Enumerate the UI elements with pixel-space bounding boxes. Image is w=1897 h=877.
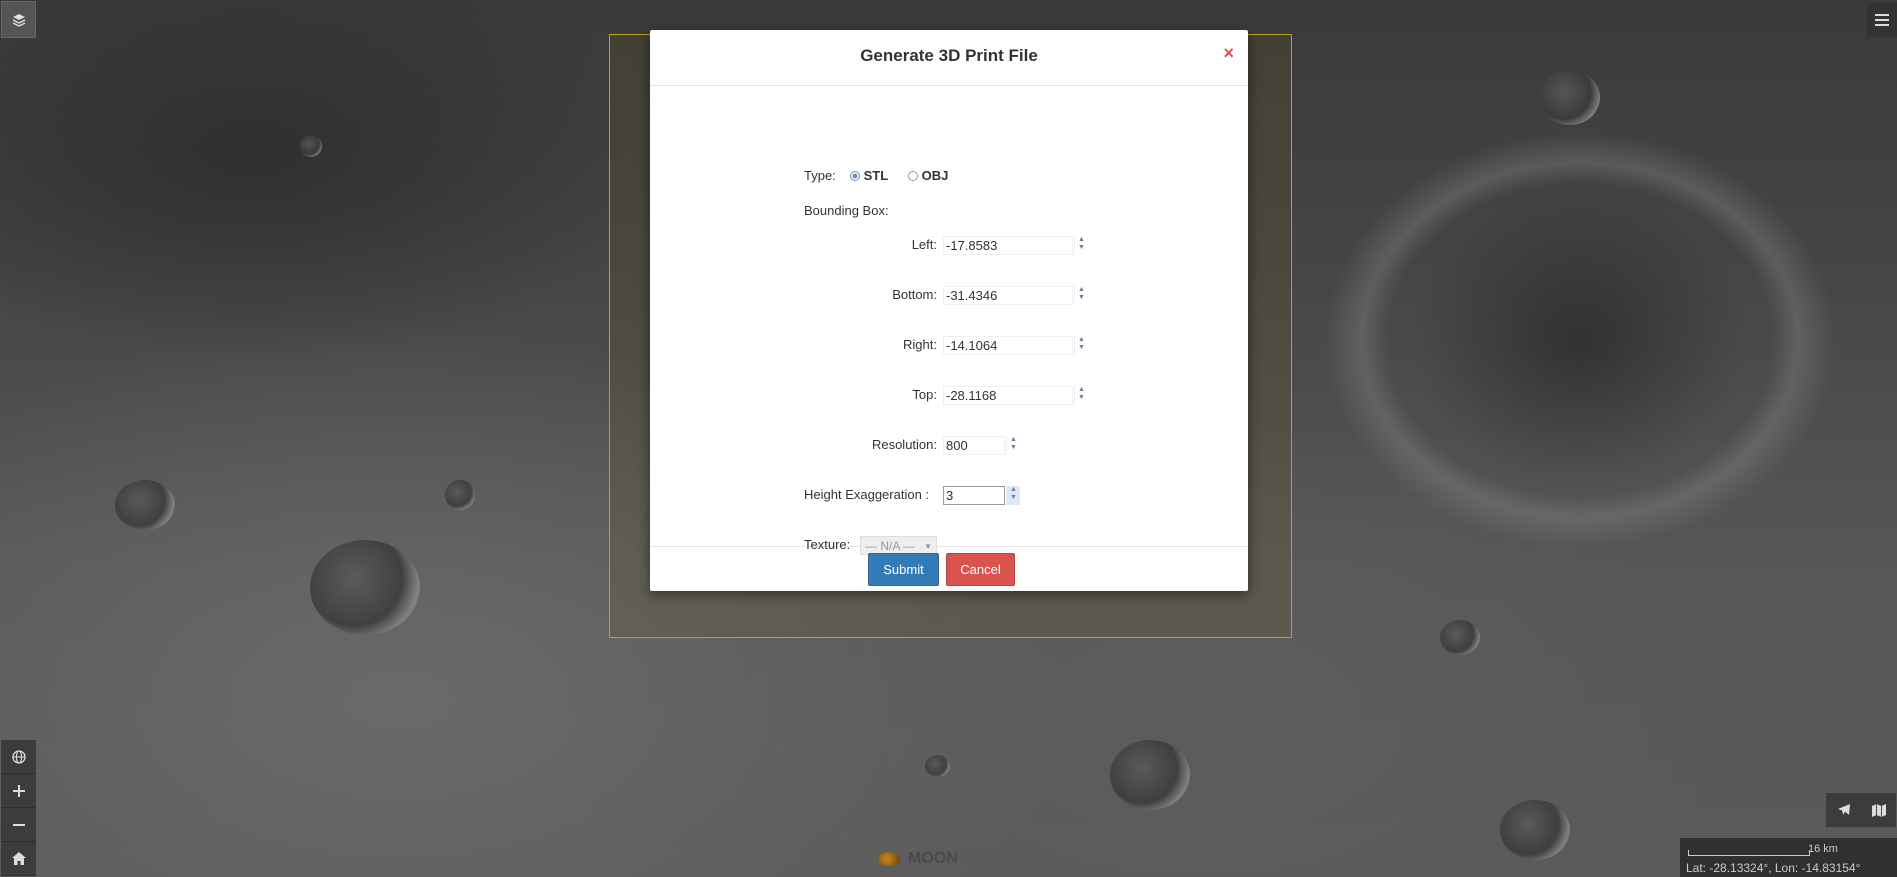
view-mode-controls (1826, 793, 1896, 827)
fly-mode-button[interactable] (1826, 793, 1861, 827)
crater (1440, 620, 1480, 655)
type-label: Type: (804, 168, 836, 183)
resolution-input[interactable] (943, 436, 1005, 455)
obj-radio[interactable] (908, 171, 918, 181)
globe-view-button[interactable] (1, 740, 36, 774)
hamburger-menu-icon (1875, 14, 1889, 26)
plus-icon (12, 784, 25, 797)
submit-button[interactable]: Submit (868, 553, 939, 586)
crater (1110, 740, 1190, 810)
dialog-title: Generate 3D Print File (860, 46, 1038, 65)
right-spinner[interactable]: ▲ ▼ (1074, 336, 1088, 355)
left-spinner[interactable]: ▲ ▼ (1074, 236, 1088, 255)
stl-radio[interactable] (850, 171, 860, 181)
left-input[interactable] (943, 236, 1073, 255)
crater (925, 755, 950, 777)
crater (1500, 800, 1570, 860)
right-label: Right: (903, 337, 937, 352)
layers-button[interactable] (1, 1, 36, 38)
crater (310, 540, 420, 635)
main-menu-button[interactable] (1867, 3, 1897, 37)
generate-3d-print-dialog: Generate 3D Print File × Type: STL OBJ B… (650, 30, 1248, 591)
logo-moon-text: MOON (908, 850, 958, 867)
map-mode-button[interactable] (1861, 793, 1896, 827)
obj-label: OBJ (921, 168, 949, 183)
top-spinner[interactable]: ▲ ▼ (1074, 386, 1088, 405)
close-button[interactable]: × (1223, 43, 1234, 64)
zoom-in-button[interactable] (1, 774, 36, 808)
type-option-obj[interactable]: OBJ (908, 168, 948, 183)
bottom-label: Bottom: (892, 287, 937, 302)
height-exaggeration-spinner[interactable]: ▲ ▼ (1006, 486, 1020, 505)
resolution-label: Resolution: (871, 437, 937, 452)
globe-icon (11, 749, 26, 764)
home-button[interactable] (1, 842, 36, 876)
moontrek-logo: MOONTrek (878, 850, 989, 868)
map-icon (1871, 803, 1886, 817)
resolution-spinner[interactable]: ▲ ▼ (1006, 436, 1020, 455)
dialog-footer: Submit Cancel (650, 547, 1248, 592)
right-input[interactable] (943, 336, 1073, 355)
bottom-input[interactable] (943, 286, 1073, 305)
dialog-body: Type: STL OBJ Bounding Box: Left: ▲▼ Bot… (650, 86, 1248, 555)
left-label: Left: (911, 237, 937, 252)
top-label: Top: (912, 387, 937, 402)
scale-label: 16 km (1808, 843, 1838, 855)
height-exaggeration-input[interactable] (943, 486, 1005, 505)
cursor-coordinates: Lat: -28.13324°, Lon: -14.83154° (1686, 861, 1861, 875)
minus-icon (12, 823, 25, 826)
type-option-stl[interactable]: STL (850, 168, 888, 183)
layers-icon (12, 13, 25, 27)
crater (1540, 70, 1600, 125)
map-controls (1, 740, 36, 876)
logo-trek-text: Trek (957, 850, 990, 867)
bottom-spinner[interactable]: ▲ ▼ (1074, 286, 1088, 305)
cancel-button[interactable]: Cancel (946, 553, 1015, 586)
home-icon (11, 852, 26, 865)
airplane-icon (1837, 804, 1850, 815)
bounding-box-label: Bounding Box: (804, 203, 889, 218)
scale-coordinates-panel: 16 km Lat: -28.13324°, Lon: -14.83154° (1680, 838, 1897, 877)
crater (300, 135, 322, 157)
height-exaggeration-label: Height Exaggeration : (804, 487, 930, 502)
stl-label: STL (863, 168, 889, 183)
dialog-header: Generate 3D Print File × (650, 30, 1248, 86)
zoom-out-button[interactable] (1, 808, 36, 842)
top-input[interactable] (943, 386, 1073, 405)
scale-bar (1688, 850, 1810, 856)
logo-icon (878, 852, 900, 866)
crater (115, 480, 175, 530)
crater (445, 480, 475, 510)
